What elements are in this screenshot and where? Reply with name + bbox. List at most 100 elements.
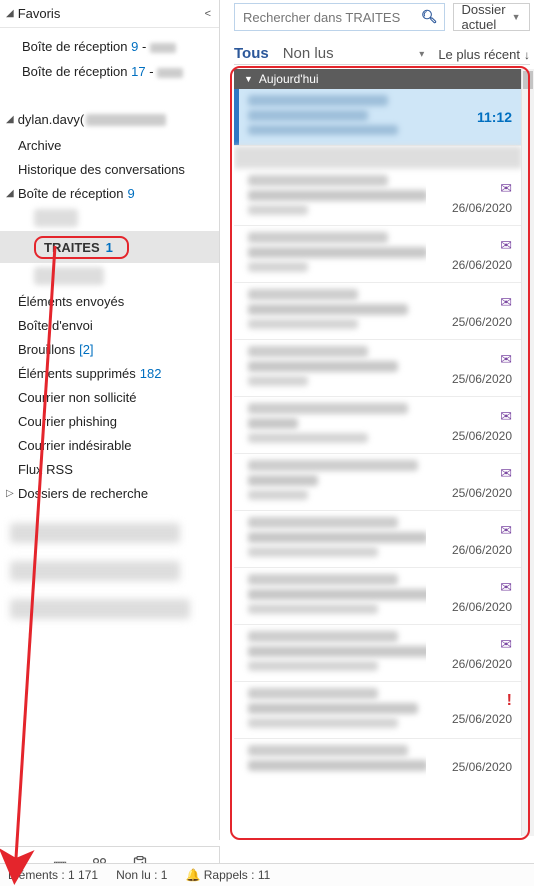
folder-sent[interactable]: Éléments envoyés	[0, 289, 219, 313]
folder-label: Dossiers de recherche	[18, 486, 148, 501]
message-row[interactable]: ✉ 25/06/2020	[234, 283, 522, 340]
status-unread: Non lu : 1	[116, 868, 167, 882]
message-date: 25/06/2020	[452, 712, 512, 726]
folder-label: Boîte de réception	[22, 64, 128, 79]
folder-label: Flux RSS	[18, 462, 73, 477]
favorite-inbox-1[interactable]: Boîte de réception 9 -	[0, 34, 219, 59]
unread-count: 182	[140, 366, 162, 381]
message-date: 26/06/2020	[452, 258, 512, 272]
message-date: 25/06/2020	[452, 429, 512, 443]
folder-outbox[interactable]: Boîte d'envoi	[0, 313, 219, 337]
folder-label: Historique des conversations	[18, 162, 185, 177]
unread-count: 9	[131, 39, 138, 54]
folder-deleted[interactable]: Éléments supprimés 182	[0, 361, 219, 385]
replied-icon: ✉	[500, 579, 512, 596]
date-group-header[interactable]: ▼ Aujourd'hui	[234, 69, 522, 89]
redacted-account	[10, 561, 180, 581]
folder-spam[interactable]: Courrier indésirable	[0, 433, 219, 457]
folder-rss[interactable]: Flux RSS	[0, 457, 219, 481]
unread-count: 17	[131, 64, 145, 79]
sort-direction-icon: ↓	[524, 48, 530, 62]
folder-label: Éléments supprimés	[18, 366, 136, 381]
vertical-scrollbar[interactable]	[521, 69, 534, 836]
account-name: dylan.davy(	[18, 112, 84, 127]
redacted-folder	[34, 267, 104, 285]
folder-conversation-history[interactable]: Historique des conversations	[0, 157, 219, 181]
filter-bar: Tous Non lus ▾ Le plus récent ↓	[234, 36, 530, 65]
caret-down-icon: ◢	[6, 8, 14, 19]
folder-label: Boîte d'envoi	[18, 318, 93, 333]
redacted-group-header	[234, 146, 522, 169]
unread-count: 1	[106, 240, 113, 255]
favorite-inbox-2[interactable]: Boîte de réception 17 -	[0, 59, 219, 84]
message-row[interactable]: ✉26/06/2020	[234, 625, 522, 682]
folder-drafts[interactable]: Brouillons [2]	[0, 337, 219, 361]
replied-icon: ✉	[500, 636, 512, 653]
redacted-account	[10, 523, 180, 543]
message-date: 25/06/2020	[452, 372, 512, 386]
message-row[interactable]: ✉ 25/06/2020	[234, 397, 522, 454]
favorites-header[interactable]: ◢ Favoris <	[0, 0, 219, 28]
account-header[interactable]: ◢ dylan.davy(	[0, 96, 219, 133]
unread-count: 9	[128, 186, 135, 201]
folder-label: Archive	[18, 138, 61, 153]
message-row[interactable]: ✉ 25/06/2020	[234, 340, 522, 397]
group-label: Aujourd'hui	[259, 72, 319, 86]
folder-inbox[interactable]: ◢ Boîte de réception 9	[0, 181, 219, 205]
status-elements: Éléments : 1 171	[8, 868, 98, 882]
message-date: 25/06/2020	[452, 486, 512, 500]
folder-phishing[interactable]: Courrier phishing	[0, 409, 219, 433]
folder-junk[interactable]: Courrier non sollicité	[0, 385, 219, 409]
search-scope-dropdown[interactable]: Dossier actuel ▼	[453, 3, 530, 31]
sort-dropdown[interactable]: ▾ Le plus récent ↓	[415, 47, 530, 62]
message-row[interactable]: ✉ 26/06/2020	[234, 226, 522, 283]
message-row[interactable]: ✉ 26/06/2020	[234, 568, 522, 625]
search-row: 🔍︎ Dossier actuel ▼	[234, 3, 528, 31]
redacted-folder	[34, 209, 78, 227]
message-date: 25/06/2020	[452, 315, 512, 329]
replied-icon: ✉	[500, 351, 512, 368]
folder-traites[interactable]: TRAITES 1	[0, 231, 219, 263]
filter-unread-tab[interactable]: Non lus	[283, 45, 334, 62]
message-row[interactable]: 25/06/2020	[234, 739, 522, 795]
caret-down-icon: ◢	[6, 188, 16, 199]
message-date: 25/06/2020	[452, 760, 512, 774]
collapse-pane-icon[interactable]: <	[205, 8, 211, 20]
folder-label: Courrier indésirable	[18, 438, 131, 453]
bell-icon: 🔔	[185, 868, 200, 882]
message-list-pane: ▼ Aujourd'hui 11:12 ✉ 26/06/2020 ✉ 26/06/2…	[230, 66, 534, 840]
folder-suffix: -	[149, 64, 157, 79]
chevron-down-icon: ▼	[512, 12, 521, 22]
folder-search-folders[interactable]: ▷ Dossiers de recherche	[0, 481, 219, 505]
replied-icon: ✉	[500, 294, 512, 311]
filter-all-tab[interactable]: Tous	[234, 45, 269, 62]
message-row[interactable]: ✉ 26/06/2020	[234, 169, 522, 226]
replied-icon: ✉	[500, 180, 512, 197]
search-input[interactable]	[241, 9, 421, 26]
search-box[interactable]: 🔍︎	[234, 3, 445, 31]
message-row[interactable]: ✉25/06/2020	[234, 454, 522, 511]
message-row[interactable]: !25/06/2020	[234, 682, 522, 739]
caret-down-icon: ◢	[6, 114, 14, 125]
folder-label: Courrier phishing	[18, 414, 117, 429]
replied-icon: ✉	[500, 522, 512, 539]
message-date: 26/06/2020	[452, 543, 512, 557]
scrollbar-thumb[interactable]	[523, 71, 533, 89]
status-reminders: 🔔 Rappels : 11	[185, 868, 270, 882]
folder-label: Boîte de réception	[22, 39, 128, 54]
scope-label: Dossier actuel	[462, 2, 506, 32]
folder-label: Brouillons	[18, 342, 75, 357]
search-icon[interactable]: 🔍︎	[421, 9, 438, 25]
redacted-text	[86, 114, 166, 126]
message-row[interactable]: ✉ 26/06/2020	[234, 511, 522, 568]
folder-label: Boîte de réception	[18, 186, 124, 201]
replied-icon: ✉	[500, 237, 512, 254]
replied-icon: ✉	[500, 408, 512, 425]
redacted-account	[10, 599, 190, 619]
folder-pane: ◢ Favoris < Boîte de réception 9 - Boîte…	[0, 0, 220, 840]
message-date: 26/06/2020	[452, 600, 512, 614]
message-row[interactable]: 11:12	[234, 89, 522, 146]
message-date: 26/06/2020	[452, 201, 512, 215]
chevron-down-icon: ▾	[419, 49, 424, 60]
folder-archive[interactable]: Archive	[0, 133, 219, 157]
